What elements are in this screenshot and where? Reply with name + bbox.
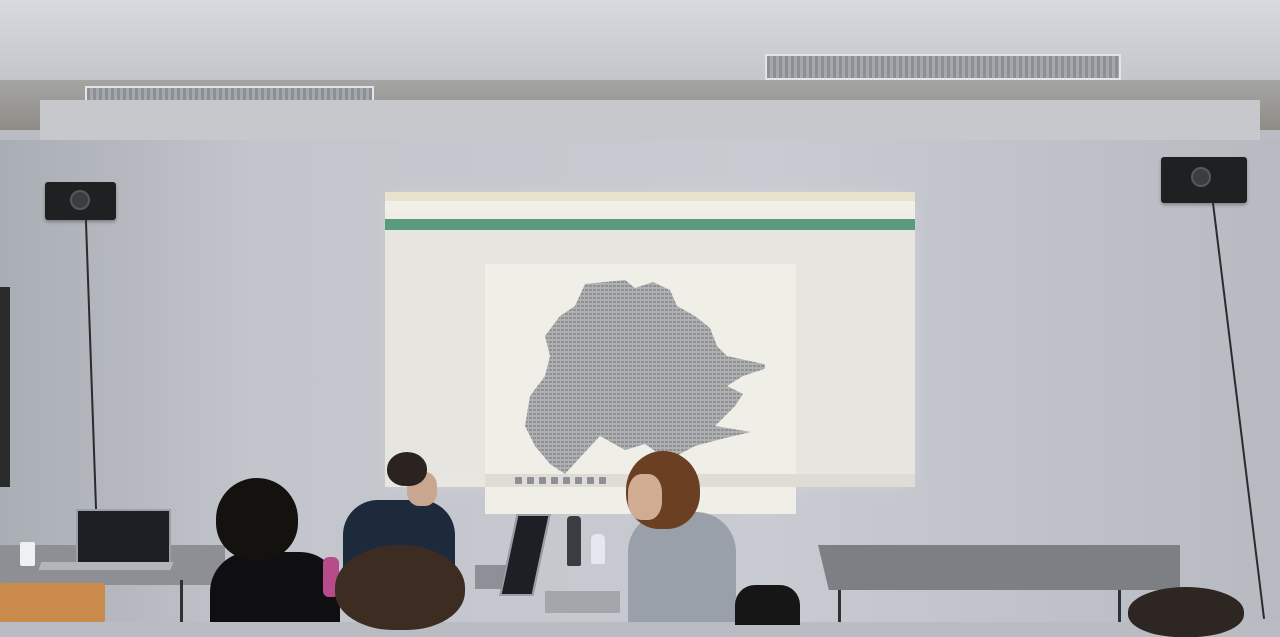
document-area [385, 230, 915, 514]
taskbar-icon [599, 477, 606, 484]
projected-screen [385, 192, 915, 514]
laptop-left-screen [76, 509, 171, 564]
foreground-head [335, 545, 465, 630]
table-leg [180, 580, 183, 622]
bookmarks-bar [385, 211, 915, 219]
table-leg [838, 590, 841, 622]
speaker-left [45, 182, 116, 220]
person-left-body [210, 552, 340, 622]
thermos [567, 516, 581, 566]
browser-address-bar [385, 201, 915, 211]
foreground-head-right [1128, 587, 1244, 637]
taskbar-icon [551, 477, 558, 484]
speaker-right [1161, 157, 1247, 203]
taskbar-icon [587, 477, 594, 484]
laptop-left-base [38, 562, 174, 570]
water-bottle [591, 534, 605, 564]
taskbar-icon [539, 477, 546, 484]
person-right-face [628, 474, 662, 520]
chair [0, 583, 105, 622]
taskbar-icon [515, 477, 522, 484]
taskbar-icon [563, 477, 570, 484]
app-toolbar [385, 219, 915, 230]
taskbar-icon [527, 477, 534, 484]
browser-tab-strip [385, 192, 915, 201]
person-middle-hair [387, 452, 427, 486]
ascii-art-shape [525, 280, 765, 474]
taskbar-icon [575, 477, 582, 484]
laptop-right [545, 591, 620, 613]
table-right [818, 545, 1180, 590]
table-leg [1118, 590, 1121, 622]
paper-cup [20, 542, 35, 566]
person-left-head [216, 478, 298, 560]
left-edge-dark [0, 287, 10, 487]
taskbar [485, 474, 915, 487]
ceiling-vent-right [765, 54, 1121, 80]
person-right-body [628, 512, 736, 622]
black-bag [735, 585, 800, 625]
